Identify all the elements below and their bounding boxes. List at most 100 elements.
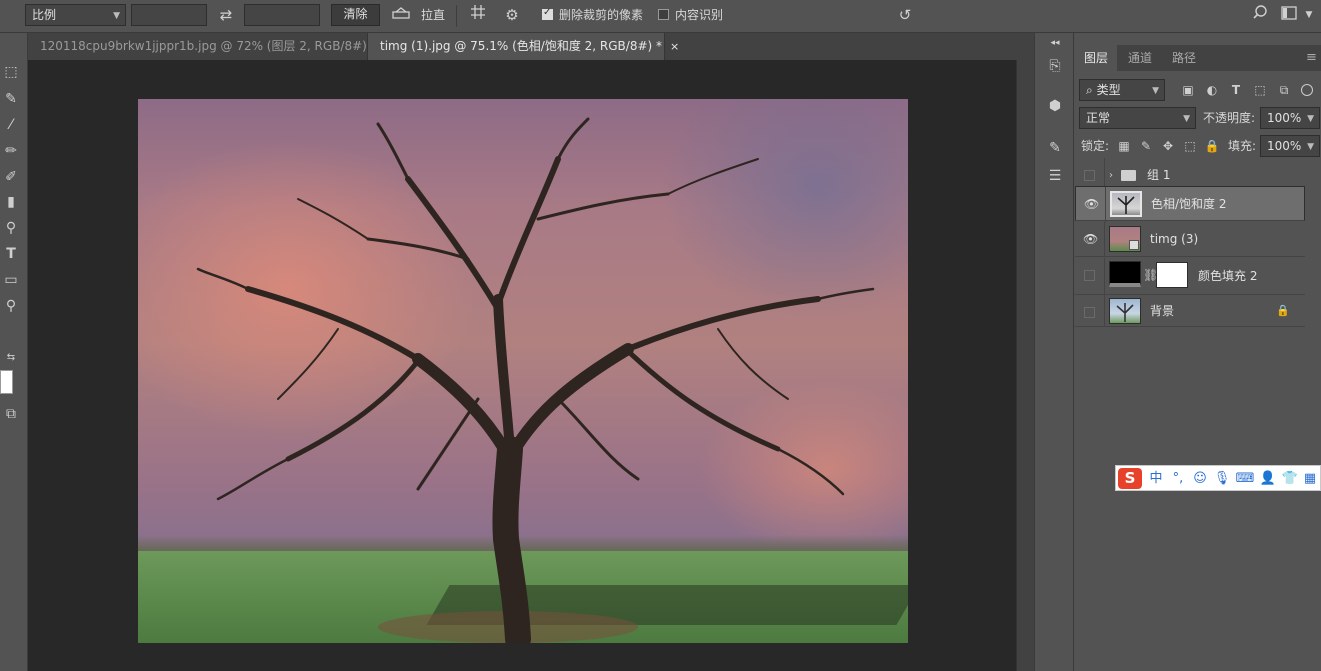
tree-thumbnail-svg xyxy=(1117,196,1135,214)
adjustment-filter-icon[interactable]: ◐ xyxy=(1201,79,1223,101)
chevron-down-icon: ▼ xyxy=(1183,114,1190,124)
keyboard-icon[interactable]: ⌨ xyxy=(1234,468,1256,490)
document-image[interactable] xyxy=(138,99,908,643)
blend-row: 正常 ▼ 不透明度: 100% ▼ xyxy=(1075,107,1321,131)
tab-label: timg (1).jpg @ 75.1% (色相/饱和度 2, RGB/8#) … xyxy=(380,39,663,53)
opacity-input[interactable]: 100% ▼ xyxy=(1260,107,1320,129)
gear-icon[interactable]: ⚙ xyxy=(500,4,524,26)
pixel-filter-icon[interactable]: ▣ xyxy=(1177,79,1199,101)
straighten-icon[interactable] xyxy=(389,4,413,26)
straighten-label[interactable]: 拉直 xyxy=(421,4,445,26)
search-icon[interactable] xyxy=(1248,4,1272,26)
clear-button[interactable]: 清除 xyxy=(331,4,380,26)
ime-punctuation-toggle[interactable]: °, xyxy=(1168,468,1188,490)
zoom-tool-icon[interactable]: ⚲ xyxy=(0,295,22,317)
visibility-toggle[interactable] xyxy=(1084,270,1095,281)
delete-cropped-pixels-label[interactable]: 删除裁剪的像素 xyxy=(559,4,643,26)
layer-mask-thumbnail xyxy=(1156,262,1188,288)
lock-position-icon[interactable]: ✥ xyxy=(1157,135,1179,157)
document-tabs: 120118cpu9brkw1jjppr1b.jpg @ 72% (图层 2, … xyxy=(28,33,1034,60)
swap-colors-icon[interactable]: ⇆ xyxy=(0,347,22,369)
ratio-select-value: 比例 xyxy=(32,8,57,22)
user-icon[interactable]: 👤 xyxy=(1258,468,1278,490)
microphone-icon[interactable]: 🎙 xyxy=(1212,468,1232,490)
layers-panel: 图层 通道 路径 ≡ ⌕ 类型 ▼ ▣ ◐ T ⬚ ⧉ 正常 ▼ 不透明度: 1… xyxy=(1075,45,1321,671)
tree-thumbnail-svg xyxy=(1116,303,1134,322)
options-bar: 比例 ▼ ⇄ 清除 拉直 ⚙ 删除裁剪的像素 内容识别 ↺ ▼ xyxy=(0,0,1321,33)
content-aware-label[interactable]: 内容识别 xyxy=(675,4,723,26)
eye-icon[interactable]: 👁 xyxy=(1084,197,1099,211)
layer-row-color-fill[interactable]: ⛓ 颜色填充 2 xyxy=(1075,258,1305,295)
content-aware-checkbox[interactable] xyxy=(658,9,669,20)
marquee-tool-icon[interactable]: ⬚ xyxy=(0,61,22,83)
eye-icon[interactable]: 👁 xyxy=(1083,232,1098,246)
tab-document-1[interactable]: 120118cpu9brkw1jjppr1b.jpg @ 72% (图层 2, … xyxy=(28,33,394,60)
height-ratio-input[interactable] xyxy=(244,4,320,26)
width-ratio-input[interactable] xyxy=(131,4,207,26)
filter-kind-select[interactable]: ⌕ 类型 ▼ xyxy=(1079,79,1165,101)
3d-panel-icon[interactable]: ⬢ xyxy=(1044,95,1066,117)
search-icon-svg xyxy=(1253,5,1267,19)
history-panel-icon[interactable]: ⎘ xyxy=(1044,55,1066,77)
type-tool-icon[interactable]: T xyxy=(0,243,22,265)
blend-mode-select[interactable]: 正常 ▼ xyxy=(1079,107,1196,129)
workspace-icon-svg xyxy=(1281,6,1297,20)
toolbox-grid-icon[interactable]: ▦ xyxy=(1300,468,1320,490)
fill-input[interactable]: 100% ▼ xyxy=(1260,135,1320,157)
visibility-toggle[interactable] xyxy=(1084,170,1095,181)
tab-document-2[interactable]: timg (1).jpg @ 75.1% (色相/饱和度 2, RGB/8#) … xyxy=(368,33,679,60)
dodge-tool-icon[interactable]: ⚲ xyxy=(0,217,22,239)
tab-label: 120118cpu9brkw1jjppr1b.jpg @ 72% (图层 2, … xyxy=(40,39,377,53)
layer-filter-row: ⌕ 类型 ▼ ▣ ◐ T ⬚ ⧉ xyxy=(1075,79,1321,103)
gradient-tool-icon[interactable]: ▮ xyxy=(0,191,22,213)
brush-settings-icon[interactable]: ✎ xyxy=(1044,137,1066,159)
quick-select-tool-icon[interactable]: ✎ xyxy=(0,88,22,110)
lock-artboard-icon[interactable]: ⬚ xyxy=(1179,135,1201,157)
type-filter-icon[interactable]: T xyxy=(1225,79,1247,101)
lock-all-icon[interactable]: 🔒 xyxy=(1201,135,1223,157)
delete-cropped-pixels-checkbox[interactable] xyxy=(542,7,553,20)
shape-filter-icon[interactable]: ⬚ xyxy=(1249,79,1271,101)
layer-row-hue-saturation[interactable]: 👁 色相/饱和度 2 xyxy=(1075,186,1305,222)
close-icon[interactable]: × xyxy=(670,40,679,53)
layer-row-timg[interactable]: 👁 timg (3) xyxy=(1075,222,1305,257)
straighten-icon-svg xyxy=(392,7,410,19)
grid-overlay-icon[interactable] xyxy=(466,4,490,26)
lock-transparent-icon[interactable]: ▦ xyxy=(1113,135,1135,157)
lock-image-icon[interactable]: ✎ xyxy=(1135,135,1157,157)
eyedropper-tool-icon[interactable]: ⁄ xyxy=(0,114,22,136)
fill-label: 填充: xyxy=(1228,139,1257,153)
sogou-logo-icon[interactable]: S xyxy=(1118,468,1142,489)
tab-paths[interactable]: 路径 xyxy=(1163,45,1205,71)
adjustments-icon[interactable]: ☰ xyxy=(1044,165,1066,187)
tab-layers[interactable]: 图层 xyxy=(1075,45,1118,71)
canvas-scrollbar[interactable] xyxy=(1016,60,1034,671)
search-icon: ⌕ xyxy=(1086,83,1093,97)
ratio-select[interactable]: 比例 ▼ xyxy=(25,4,126,26)
divider xyxy=(1104,295,1105,327)
swap-icon[interactable]: ⇄ xyxy=(214,4,238,26)
brush-tool-icon[interactable]: ✏ xyxy=(0,140,22,162)
divider xyxy=(456,5,457,27)
workspace-icon[interactable] xyxy=(1277,4,1301,26)
layer-row-background[interactable]: 背景 🔒 xyxy=(1075,295,1305,327)
panel-menu-icon[interactable]: ≡ xyxy=(1297,45,1321,71)
smart-object-filter-icon[interactable]: ⧉ xyxy=(1273,79,1295,101)
skin-icon[interactable]: 👕 xyxy=(1280,468,1300,490)
visibility-toggle[interactable] xyxy=(1084,307,1095,318)
shape-tool-icon[interactable]: ▭ xyxy=(0,269,22,291)
canvas-area[interactable] xyxy=(28,60,1016,671)
screen-mode-icon[interactable]: ⧉ xyxy=(0,403,22,425)
reset-icon[interactable]: ↺ xyxy=(893,4,917,26)
collapse-icon[interactable]: ◂◂ xyxy=(1044,32,1066,54)
emoji-icon[interactable]: ☺ xyxy=(1190,468,1210,490)
chevron-down-icon[interactable]: ▼ xyxy=(1302,4,1316,26)
layer-name: 色相/饱和度 2 xyxy=(1151,197,1227,211)
chevron-down-icon: ▼ xyxy=(1307,142,1314,152)
filter-toggle-icon[interactable] xyxy=(1301,84,1313,96)
foreground-color-swatch[interactable] xyxy=(0,370,13,394)
tab-channels[interactable]: 通道 xyxy=(1119,45,1161,71)
history-brush-tool-icon[interactable]: ✐ xyxy=(0,166,22,188)
ime-mode-toggle[interactable]: 中 xyxy=(1146,468,1166,490)
divider xyxy=(1104,222,1105,257)
